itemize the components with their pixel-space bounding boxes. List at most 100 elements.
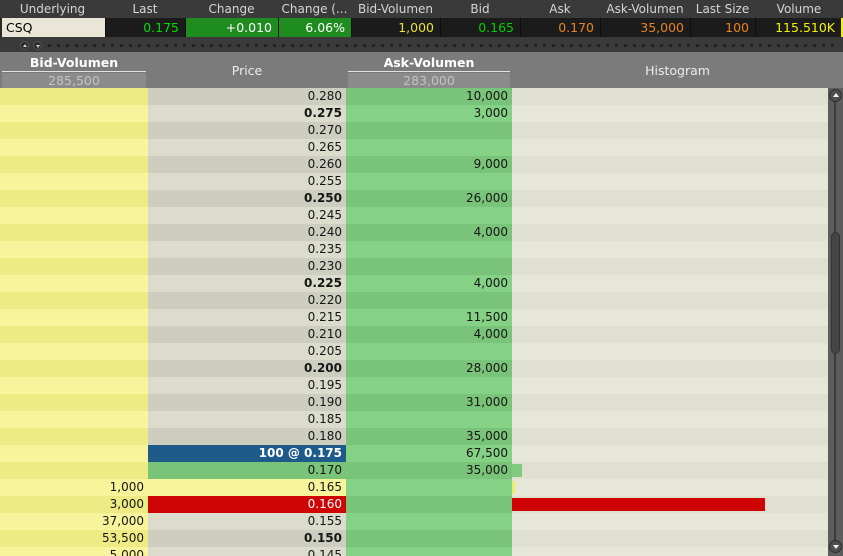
ask-cell[interactable] bbox=[346, 547, 512, 556]
price-cell[interactable]: 0.205 bbox=[148, 343, 346, 360]
price-cell[interactable]: 0.260 bbox=[148, 156, 346, 173]
ask-cell[interactable]: 4,000 bbox=[346, 275, 512, 292]
ask-cell[interactable]: 10,000 bbox=[346, 88, 512, 105]
ask-cell[interactable] bbox=[346, 411, 512, 428]
price-cell[interactable]: 0.245 bbox=[148, 207, 346, 224]
ladder-row: 0.19031,000 bbox=[0, 394, 828, 411]
histogram-cell bbox=[512, 479, 828, 496]
bid-cell[interactable] bbox=[0, 462, 148, 479]
price-cell[interactable]: 0.250 bbox=[148, 190, 346, 207]
ask-cell[interactable] bbox=[346, 292, 512, 309]
price-cell[interactable]: 0.195 bbox=[148, 377, 346, 394]
scrollbar-thumb[interactable] bbox=[831, 232, 840, 354]
ladder-up-button[interactable] bbox=[20, 41, 29, 50]
ask-volume-total: 283,000 bbox=[348, 73, 510, 88]
ask-cell[interactable]: 35,000 bbox=[346, 428, 512, 445]
price-cell[interactable]: 0.165 bbox=[148, 479, 346, 496]
ask-cell[interactable] bbox=[346, 241, 512, 258]
ask-cell[interactable] bbox=[346, 122, 512, 139]
ask-cell[interactable]: 4,000 bbox=[346, 224, 512, 241]
scroll-up-button[interactable] bbox=[829, 89, 842, 102]
ask-cell[interactable] bbox=[346, 530, 512, 547]
price-cell[interactable]: 0.275 bbox=[148, 105, 346, 122]
price-cell[interactable]: 0.170 bbox=[148, 462, 346, 479]
bid-cell[interactable] bbox=[0, 224, 148, 241]
bid-cell[interactable] bbox=[0, 190, 148, 207]
price-cell[interactable]: 0.280 bbox=[148, 88, 346, 105]
ask-cell[interactable]: 28,000 bbox=[346, 360, 512, 377]
price-cell[interactable]: 0.220 bbox=[148, 292, 346, 309]
ask-cell[interactable]: 31,000 bbox=[346, 394, 512, 411]
price-cell[interactable]: 0.215 bbox=[148, 309, 346, 326]
quote-value-bid_volume: 1,000 bbox=[351, 18, 440, 37]
price-cell[interactable]: 0.210 bbox=[148, 326, 346, 343]
price-cell[interactable]: 0.190 bbox=[148, 394, 346, 411]
bid-cell[interactable] bbox=[0, 445, 148, 462]
price-cell[interactable]: 0.235 bbox=[148, 241, 346, 258]
ask-cell[interactable] bbox=[346, 496, 512, 513]
price-cell[interactable]: 0.200 bbox=[148, 360, 346, 377]
bid-cell[interactable] bbox=[0, 156, 148, 173]
bid-cell[interactable] bbox=[0, 309, 148, 326]
ask-cell[interactable] bbox=[346, 173, 512, 190]
price-cell[interactable]: 0.265 bbox=[148, 139, 346, 156]
bid-cell[interactable]: 37,000 bbox=[0, 513, 148, 530]
bid-cell[interactable] bbox=[0, 292, 148, 309]
bid-cell[interactable]: 1,000 bbox=[0, 479, 148, 496]
price-cell[interactable]: 0.180 bbox=[148, 428, 346, 445]
bid-cell[interactable] bbox=[0, 241, 148, 258]
ladder-down-button[interactable] bbox=[33, 41, 42, 50]
bid-cell[interactable] bbox=[0, 360, 148, 377]
bid-cell[interactable] bbox=[0, 105, 148, 122]
histogram-cell bbox=[512, 530, 828, 547]
price-cell[interactable]: 0.255 bbox=[148, 173, 346, 190]
price-column-header: Price bbox=[148, 52, 346, 88]
bid-cell[interactable]: 5,000 bbox=[0, 547, 148, 556]
ask-cell[interactable] bbox=[346, 343, 512, 360]
histogram-bar bbox=[512, 498, 765, 511]
price-cell[interactable]: 0.160 bbox=[148, 496, 346, 513]
bid-cell[interactable] bbox=[0, 122, 148, 139]
bid-cell[interactable] bbox=[0, 258, 148, 275]
ask-cell[interactable] bbox=[346, 207, 512, 224]
price-cell[interactable]: 0.270 bbox=[148, 122, 346, 139]
ladder-row: 0.21511,500 bbox=[0, 309, 828, 326]
ask-cell[interactable] bbox=[346, 258, 512, 275]
ask-cell[interactable]: 4,000 bbox=[346, 326, 512, 343]
ladder-row: 0.2753,000 bbox=[0, 105, 828, 122]
bid-cell[interactable] bbox=[0, 139, 148, 156]
price-cell[interactable]: 100 @ 0.175 bbox=[148, 445, 346, 462]
bid-cell[interactable] bbox=[0, 173, 148, 190]
price-cell[interactable]: 0.155 bbox=[148, 513, 346, 530]
bid-cell[interactable] bbox=[0, 411, 148, 428]
bid-cell[interactable] bbox=[0, 88, 148, 105]
scroll-down-button[interactable] bbox=[829, 540, 842, 553]
price-cell[interactable]: 0.230 bbox=[148, 258, 346, 275]
price-cell[interactable]: 0.240 bbox=[148, 224, 346, 241]
ask-cell[interactable]: 11,500 bbox=[346, 309, 512, 326]
bid-cell[interactable] bbox=[0, 343, 148, 360]
ask-cell[interactable]: 26,000 bbox=[346, 190, 512, 207]
price-cell[interactable]: 0.225 bbox=[148, 275, 346, 292]
ask-cell[interactable] bbox=[346, 513, 512, 530]
bid-cell[interactable]: 53,500 bbox=[0, 530, 148, 547]
ask-cell[interactable] bbox=[346, 139, 512, 156]
bid-cell[interactable] bbox=[0, 275, 148, 292]
scrollbar[interactable] bbox=[828, 88, 843, 556]
ask-cell[interactable] bbox=[346, 377, 512, 394]
price-cell[interactable]: 0.150 bbox=[148, 530, 346, 547]
ask-cell[interactable]: 67,500 bbox=[346, 445, 512, 462]
quote-header-row: UnderlyingLastChangeChange (...Bid-Volum… bbox=[0, 0, 843, 18]
ask-cell[interactable] bbox=[346, 479, 512, 496]
price-cell[interactable]: 0.185 bbox=[148, 411, 346, 428]
ask-cell[interactable]: 35,000 bbox=[346, 462, 512, 479]
bid-cell[interactable] bbox=[0, 326, 148, 343]
bid-cell[interactable] bbox=[0, 428, 148, 445]
bid-cell[interactable] bbox=[0, 377, 148, 394]
bid-cell[interactable]: 3,000 bbox=[0, 496, 148, 513]
ask-cell[interactable]: 3,000 bbox=[346, 105, 512, 122]
ask-cell[interactable]: 9,000 bbox=[346, 156, 512, 173]
bid-cell[interactable] bbox=[0, 207, 148, 224]
price-cell[interactable]: 0.145 bbox=[148, 547, 346, 556]
bid-cell[interactable] bbox=[0, 394, 148, 411]
